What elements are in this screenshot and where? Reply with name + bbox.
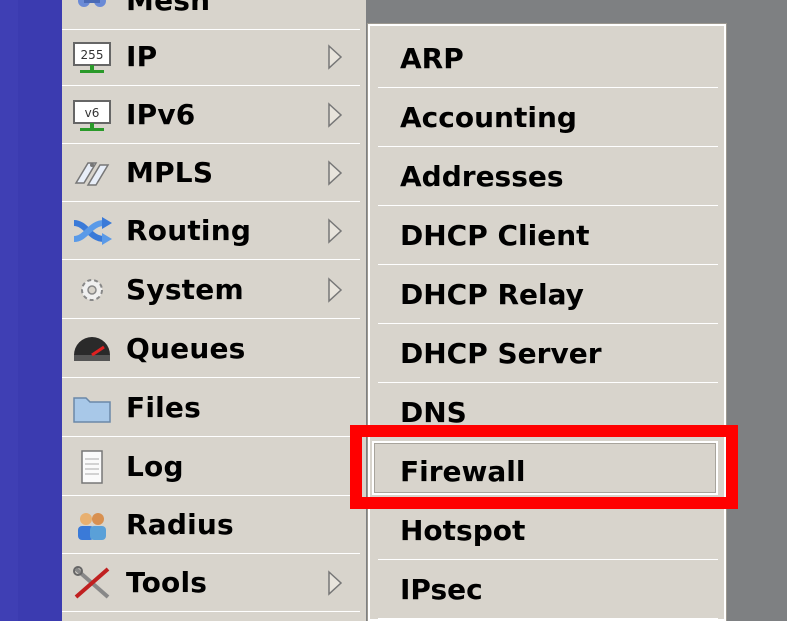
- submenu-item-ipsec[interactable]: IPsec: [378, 561, 718, 619]
- menu-item-mesh[interactable]: Mesh: [62, 0, 360, 30]
- log-icon: [70, 449, 114, 485]
- chevron-right-icon: [328, 159, 343, 186]
- chevron-right-icon: [328, 569, 343, 596]
- submenu-label-dhcp-relay: DHCP Relay: [400, 278, 584, 311]
- gear-icon: [70, 272, 114, 308]
- red-highlight-box: [350, 425, 738, 509]
- mesh-icon: [70, 0, 114, 19]
- menu-item-tools[interactable]: Tools: [62, 554, 360, 612]
- left-band: [0, 0, 18, 621]
- submenu-label-dhcp-server: DHCP Server: [400, 337, 602, 370]
- sidebar-strip: [18, 0, 62, 621]
- submenu-item-arp[interactable]: ARP: [378, 30, 718, 88]
- menu-item-radius[interactable]: Radius: [62, 496, 360, 554]
- menu-item-files[interactable]: Files: [62, 379, 360, 437]
- submenu-label-dhcp-client: DHCP Client: [400, 219, 590, 252]
- ip-icon: 255: [70, 39, 114, 75]
- submenu-label-addresses: Addresses: [400, 160, 564, 193]
- submenu-item-dhcp-relay[interactable]: DHCP Relay: [378, 266, 718, 324]
- submenu-item-dhcp-server[interactable]: DHCP Server: [378, 325, 718, 383]
- radius-icon: [70, 507, 114, 543]
- routing-icon: [70, 213, 114, 249]
- submenu-item-hotspot[interactable]: Hotspot: [378, 502, 718, 560]
- submenu-item-addresses[interactable]: Addresses: [378, 148, 718, 206]
- submenu-item-dhcp-client[interactable]: DHCP Client: [378, 207, 718, 265]
- chevron-right-icon: [328, 276, 343, 303]
- chevron-right-icon: [328, 101, 343, 128]
- queues-icon: [70, 331, 114, 367]
- submenu-item-accounting[interactable]: Accounting: [378, 89, 718, 147]
- chevron-right-icon: [328, 43, 343, 70]
- menu-label-mpls: MPLS: [126, 156, 214, 189]
- menu-label-ip: IP: [126, 40, 158, 73]
- submenu-label-arp: ARP: [400, 42, 464, 75]
- submenu-label-hotspot: Hotspot: [400, 514, 526, 547]
- menu-label-files: Files: [126, 391, 201, 424]
- menu-item-routing[interactable]: Routing: [62, 202, 360, 260]
- ipv6-icon: v6: [70, 97, 114, 133]
- tools-icon: [70, 565, 114, 601]
- menu-item-log[interactable]: Log: [62, 438, 360, 496]
- menu-label-mesh: Mesh: [126, 0, 211, 17]
- menu-item-mpls[interactable]: MPLS: [62, 144, 360, 202]
- menu-label-ipv6: IPv6: [126, 98, 196, 131]
- folder-icon: [70, 390, 114, 426]
- menu-item-queues[interactable]: Queues: [62, 320, 360, 378]
- menu-label-radius: Radius: [126, 508, 234, 541]
- menu-item-ipv6[interactable]: v6 IPv6: [62, 86, 360, 144]
- ipv6-icon-text: v6: [85, 106, 100, 120]
- chevron-right-icon: [328, 217, 343, 244]
- menu-label-tools: Tools: [126, 566, 208, 599]
- menu-item-ip[interactable]: 255 IP: [62, 28, 360, 86]
- menu-label-routing: Routing: [126, 214, 252, 247]
- ip-icon-text: 255: [81, 48, 104, 62]
- submenu-label-accounting: Accounting: [400, 101, 577, 134]
- menu-label-queues: Queues: [126, 332, 246, 365]
- menu-item-system[interactable]: System: [62, 261, 360, 319]
- menu-label-system: System: [126, 273, 244, 306]
- menu-label-log: Log: [126, 450, 184, 483]
- mpls-icon: [70, 155, 114, 191]
- submenu-label-ipsec: IPsec: [400, 573, 483, 606]
- ip-submenu: ARP Accounting Addresses DHCP Client DHC…: [368, 24, 726, 621]
